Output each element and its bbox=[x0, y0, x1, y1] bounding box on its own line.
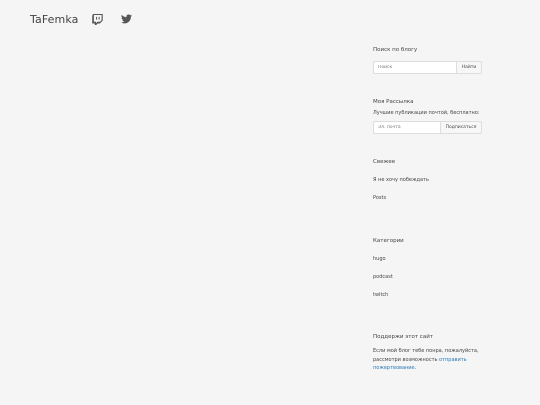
category-twitch[interactable]: twitch bbox=[373, 291, 404, 299]
newsletter-form: Подписаться bbox=[373, 121, 483, 134]
support-widget: Поддержи этот сайт Если мой блог тебе по… bbox=[373, 333, 488, 373]
categories-widget: Категории hugo podcast twitch bbox=[373, 237, 404, 299]
site-brand[interactable]: TaFemka bbox=[30, 13, 78, 26]
twitter-icon[interactable] bbox=[121, 14, 133, 24]
support-text: Если мой блог тебе понра, пожалуйста, ра… bbox=[373, 347, 488, 373]
recent-title: Свежее bbox=[373, 159, 396, 165]
newsletter-widget: Моя Рассылка Лучшие публикации почтой, б… bbox=[373, 98, 483, 134]
newsletter-description: Лучшие публикации почтой, бесплатно: bbox=[373, 110, 480, 116]
search-input[interactable] bbox=[373, 61, 456, 74]
newsletter-title: Моя Рассылка bbox=[373, 99, 414, 105]
twitch-icon[interactable] bbox=[92, 13, 104, 25]
category-podcast[interactable]: podcast bbox=[373, 273, 404, 281]
recent-post-link[interactable]: Я не хочу побеждать bbox=[373, 176, 483, 184]
support-title: Поддержи этот сайт bbox=[373, 334, 433, 340]
search-button[interactable]: Найти bbox=[456, 61, 482, 74]
recent-widget: Свежее Я не хочу побеждать Posts bbox=[373, 158, 483, 202]
subscribe-button[interactable]: Подписаться bbox=[440, 121, 482, 134]
site-header: TaFemka bbox=[30, 12, 133, 26]
categories-title: Категории bbox=[373, 238, 404, 244]
recent-posts-link[interactable]: Posts bbox=[373, 194, 483, 202]
sidebar: Поиск по блогу Найти Моя Рассылка Лучшие… bbox=[373, 46, 483, 371]
category-hugo[interactable]: hugo bbox=[373, 255, 404, 263]
search-widget-title: Поиск по блогу bbox=[373, 47, 418, 53]
search-form: Найти bbox=[373, 61, 483, 74]
email-field[interactable] bbox=[373, 121, 440, 134]
support-text-end: . bbox=[414, 365, 417, 371]
search-widget: Поиск по блогу Найти bbox=[373, 46, 483, 74]
